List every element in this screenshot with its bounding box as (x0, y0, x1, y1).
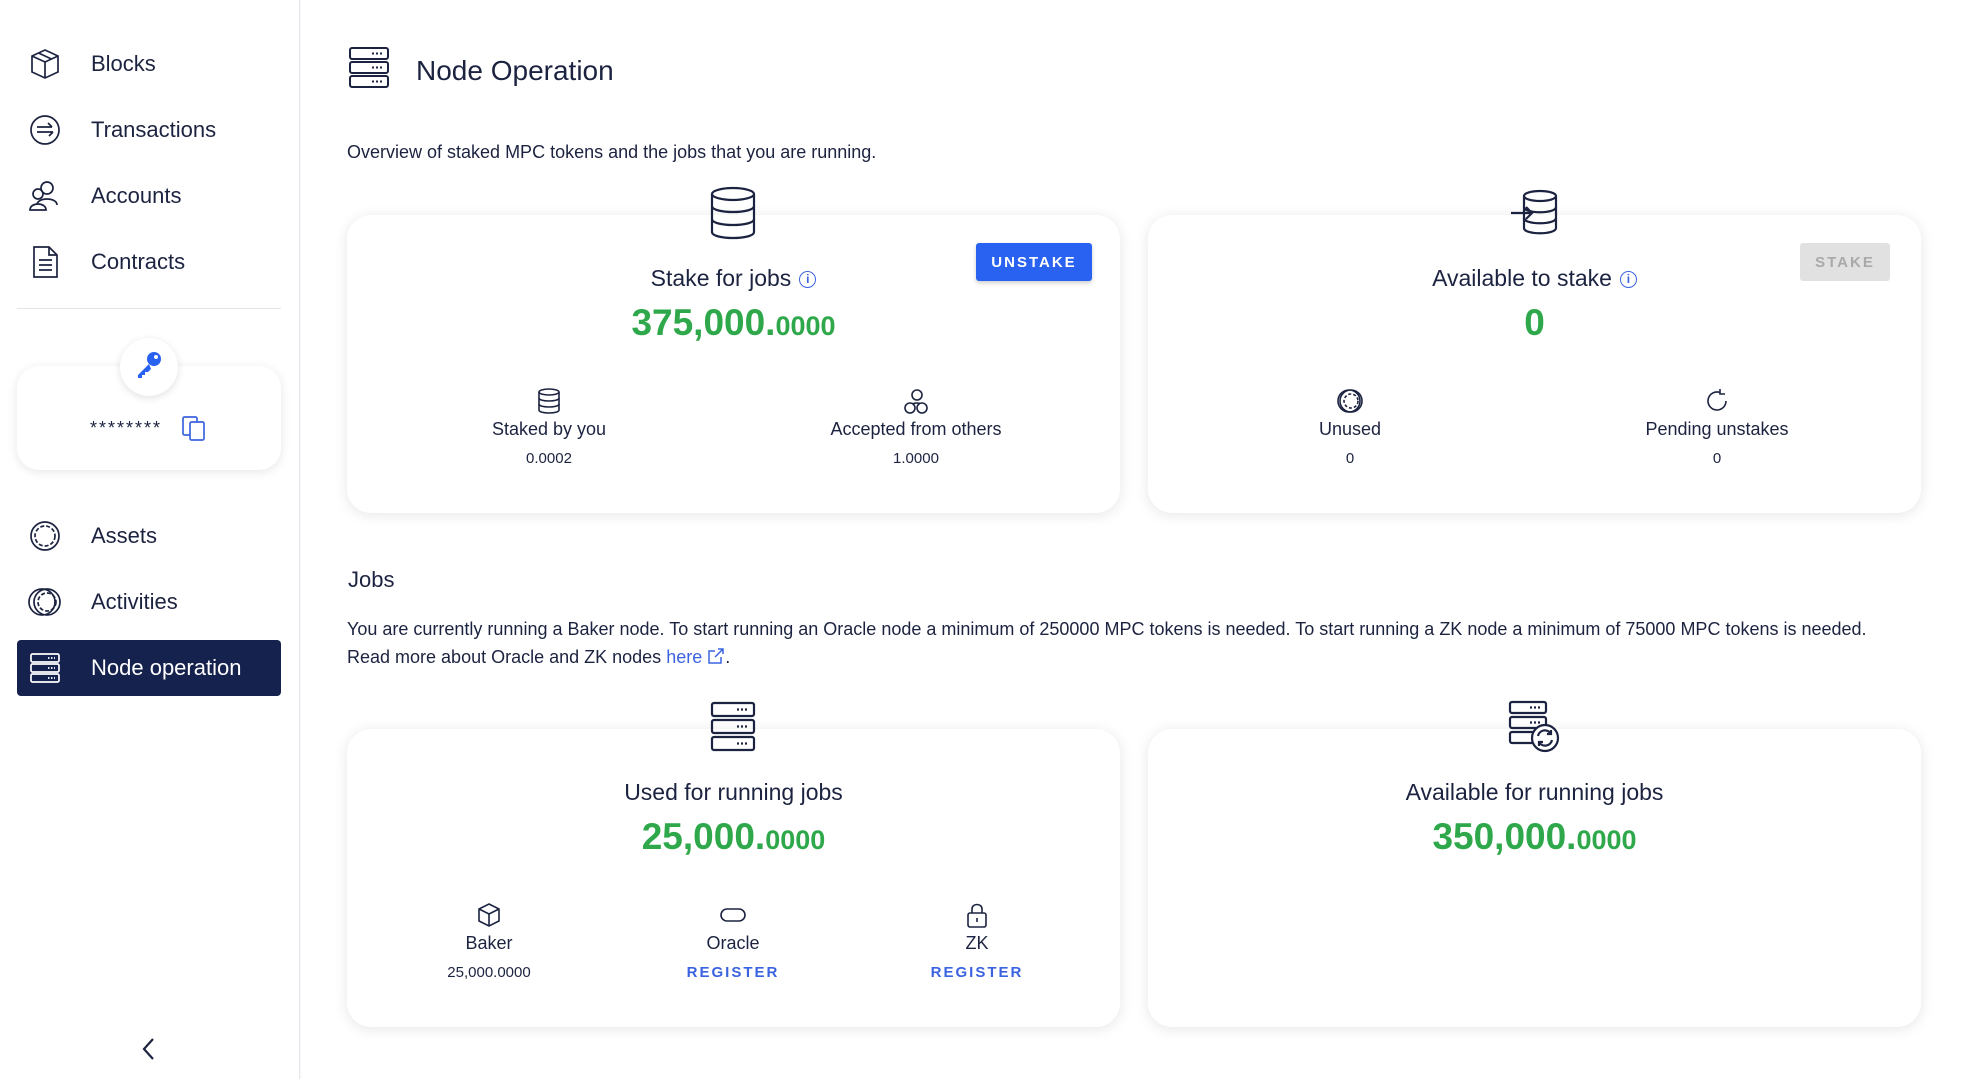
page-header: Node Operation (348, 46, 614, 95)
cube-icon (369, 901, 609, 929)
coin-icon (17, 508, 73, 564)
unused-stake: Unused 0 (1230, 387, 1470, 467)
accepted-from-others: Accepted from others 1.0000 (796, 387, 1036, 467)
jobs-description: You are currently running a Baker node. … (347, 615, 1907, 673)
copy-icon[interactable] (180, 414, 208, 447)
info-icon[interactable]: i (1619, 271, 1637, 289)
staked-by-you: Staked by you 0.0002 (429, 387, 669, 467)
available-to-stake-value: 0 (1524, 302, 1545, 343)
page-title: Node Operation (416, 54, 614, 86)
stake-for-jobs-value: 375,000.0000 (631, 302, 836, 343)
jobs-heading: Jobs (348, 567, 395, 592)
refresh-icon (1597, 387, 1837, 415)
page-subtitle: Overview of staked MPC tokens and the jo… (347, 142, 877, 162)
lock-icon (857, 901, 1097, 929)
used-for-jobs-title: Used for running jobs (624, 779, 843, 805)
coins-icon (17, 574, 73, 630)
server-sync-icon (1504, 697, 1564, 757)
unstake-button[interactable]: UNSTAKE (976, 243, 1092, 281)
used-for-jobs-card: Used for running jobs 25,000.0000 Baker … (347, 701, 1120, 1027)
sidebar-item-transactions[interactable]: Transactions (17, 102, 281, 158)
sidebar-item-label: Blocks (91, 51, 156, 76)
baker-job: Baker 25,000.0000 (369, 901, 609, 981)
transfer-icon (17, 102, 73, 158)
key-badge (120, 338, 178, 396)
sidebar-item-accounts[interactable]: Accounts (17, 168, 281, 224)
oracle-job: Oracle REGISTER (613, 901, 853, 981)
key-icon (133, 349, 165, 386)
sidebar-item-label: Transactions (91, 117, 217, 142)
sidebar-item-assets[interactable]: Assets (17, 508, 281, 564)
external-link-icon[interactable] (707, 645, 725, 673)
zk-register-link[interactable]: REGISTER (857, 964, 1097, 981)
read-more-link[interactable]: here (666, 647, 702, 667)
cube-icon (17, 36, 73, 92)
account-key-masked: ******** (90, 418, 163, 438)
sidebar-item-label: Assets (91, 523, 158, 548)
delegated-icon (796, 387, 1036, 415)
database-icon (429, 387, 669, 415)
stake-in-icon (1504, 183, 1564, 243)
server-icon (348, 46, 390, 95)
sidebar-item-label: Contracts (91, 249, 186, 274)
available-for-jobs-title: Available for running jobs (1405, 779, 1664, 805)
sidebar-item-blocks[interactable]: Blocks (17, 36, 281, 92)
coins-icon (1230, 387, 1470, 415)
info-icon[interactable]: i (799, 271, 817, 289)
stake-button[interactable]: STAKE (1800, 243, 1890, 281)
oracle-icon (613, 901, 853, 929)
sidebar-item-activities[interactable]: Activities (17, 574, 281, 630)
chevron-left-icon[interactable] (138, 1036, 160, 1067)
server-icon (17, 640, 73, 696)
used-for-jobs-value: 25,000.0000 (641, 816, 826, 857)
sidebar: Blocks Transactions Accounts Contracts *… (0, 0, 300, 1079)
sidebar-divider (17, 308, 281, 309)
sidebar-item-contracts[interactable]: Contracts (17, 234, 281, 290)
zk-job: ZK REGISTER (857, 901, 1097, 981)
server-icon (703, 697, 763, 757)
available-for-jobs-card: Available for running jobs 350,000.0000 (1148, 700, 1921, 1027)
available-for-jobs-value: 350,000.0000 (1432, 816, 1637, 857)
sidebar-item-label: Activities (91, 589, 178, 614)
document-icon (17, 234, 73, 290)
sidebar-item-node-operation[interactable]: Node operation (17, 640, 281, 696)
pending-unstakes: Pending unstakes 0 (1597, 387, 1837, 467)
database-icon (703, 183, 763, 243)
sidebar-item-label: Node operation (91, 655, 242, 680)
oracle-register-link[interactable]: REGISTER (613, 964, 853, 981)
sidebar-item-label: Accounts (91, 183, 182, 208)
accounts-icon (17, 168, 73, 224)
